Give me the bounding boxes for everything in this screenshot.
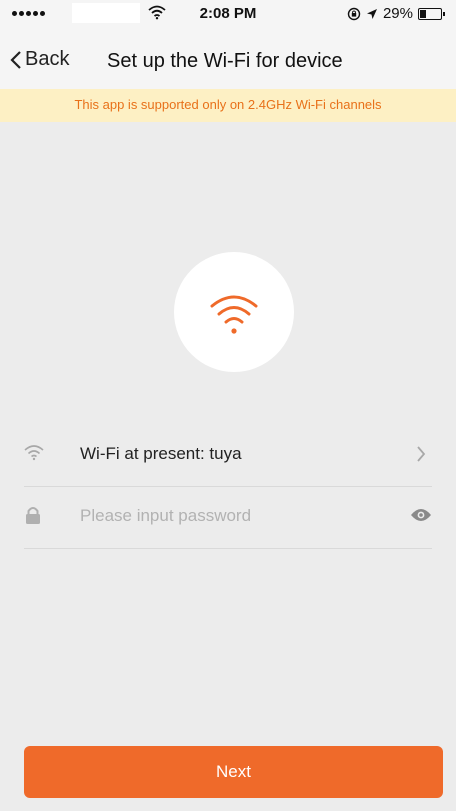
wifi-network-row[interactable]: Wi-Fi at present: tuya [24, 423, 432, 487]
nav-bar: Back Set up the Wi-Fi for device [0, 26, 456, 94]
wifi-icon [24, 445, 44, 461]
password-row [24, 485, 432, 549]
battery-percent: 29% [382, 5, 413, 22]
next-button[interactable]: Next [24, 746, 443, 798]
battery-fill [420, 9, 426, 18]
page-title: Set up the Wi-Fi for device [107, 50, 343, 72]
back-label: Back [25, 48, 70, 70]
chevron-left-icon [10, 50, 21, 69]
battery-tip [443, 11, 445, 16]
current-wifi-label: Wi-Fi at present: tuya [80, 444, 242, 463]
eye-icon[interactable] [410, 507, 432, 523]
wifi-illustration [174, 252, 294, 372]
battery-icon [418, 7, 445, 20]
password-input[interactable] [80, 502, 400, 530]
back-button[interactable]: Back [10, 48, 69, 71]
wifi-large-icon [210, 295, 258, 334]
row-divider [24, 548, 432, 549]
lock-rotation-icon [347, 7, 361, 20]
notice-banner: This app is supported only on 2.4GHz Wi-… [0, 89, 456, 122]
location-arrow-icon [366, 8, 377, 19]
status-bar: 2:08 PM 29% [0, 0, 456, 26]
chevron-right-icon [417, 446, 426, 462]
lock-icon [26, 507, 40, 524]
status-right-group: 29% [347, 5, 445, 22]
